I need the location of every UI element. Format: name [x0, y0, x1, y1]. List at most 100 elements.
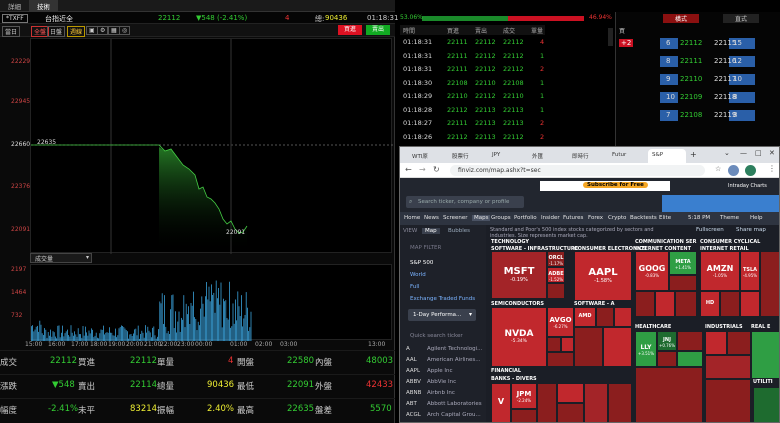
forward-icon[interactable]: →: [419, 165, 426, 174]
nav-groups[interactable]: Groups: [491, 215, 511, 221]
heatmap-tile[interactable]: [537, 383, 557, 422]
performance-select[interactable]: 1-Day Performa... ▾: [408, 309, 476, 321]
share-map-button[interactable]: Share map: [736, 227, 766, 233]
filter-sp500[interactable]: S&P 500: [410, 260, 433, 266]
list-ticker[interactable]: ABT: [406, 401, 417, 407]
settings-icon[interactable]: ⚙: [97, 26, 109, 35]
heatmap-tile[interactable]: [720, 291, 740, 317]
heatmap-tile[interactable]: AMZN -1.05%: [700, 251, 740, 291]
browser-tab[interactable]: 即時行: [568, 149, 606, 163]
tick-row[interactable]: 01:18:31 22111 22112 22112 1: [400, 50, 545, 63]
heatmap-tile[interactable]: [603, 327, 632, 367]
heatmap-tile[interactable]: [547, 283, 565, 299]
heatmap-tile[interactable]: AMD: [574, 307, 596, 327]
theme-toggle[interactable]: Theme: [720, 215, 739, 221]
bubbles-toggle[interactable]: Bubbles: [448, 228, 470, 234]
nav-portfolio[interactable]: Portfolio: [514, 215, 537, 221]
heatmap-tile[interactable]: [669, 275, 697, 291]
heatmap-tile[interactable]: [751, 331, 779, 379]
nav-crypto[interactable]: Crypto: [608, 215, 626, 221]
list-ticker[interactable]: ABBV: [406, 379, 421, 385]
heatmap-tile[interactable]: [677, 331, 703, 351]
heatmap-tile[interactable]: [557, 403, 584, 422]
heatmap-tile[interactable]: AAPL -1.58%: [574, 251, 632, 301]
heatmap-tile[interactable]: JPM -2.24%: [511, 383, 537, 409]
intraday-link[interactable]: Intraday Charts: [728, 183, 767, 189]
heatmap-tile[interactable]: [727, 331, 751, 355]
symbol-input[interactable]: *TXFF: [2, 14, 28, 23]
tab-technical[interactable]: 技術: [29, 0, 58, 11]
url-field[interactable]: finviz.com/map.ashx?t=sec: [450, 165, 705, 176]
heatmap-tile[interactable]: [655, 291, 675, 317]
browser-tab[interactable]: 外匯: [528, 149, 566, 163]
tab-horizontal[interactable]: 橫式: [663, 14, 699, 23]
tick-row[interactable]: 01:18:26 22112 22113 22112 2: [400, 131, 545, 144]
fullscreen-button[interactable]: Fullscreen: [696, 227, 724, 233]
filter-etf[interactable]: Exchange Traded Funds: [410, 296, 475, 302]
heatmap-tile[interactable]: LLY +3.51%: [635, 331, 657, 367]
heatmap-tile[interactable]: [675, 291, 697, 317]
browser-tab[interactable]: 股票行: [448, 149, 486, 163]
heatmap-tile[interactable]: JNJ +0.76%: [657, 331, 677, 351]
intraday-banner[interactable]: [662, 195, 779, 212]
list-company[interactable]: Agilent Technologi...: [427, 346, 482, 352]
tick-row[interactable]: 01:18:28 22112 22113 22113 1: [400, 104, 545, 117]
heatmap-tile[interactable]: [608, 383, 632, 422]
heatmap-tile[interactable]: [635, 291, 655, 317]
list-ticker[interactable]: AAL: [406, 357, 417, 363]
tick-row[interactable]: 01:18:31 22111 22112 22112 4: [400, 36, 545, 49]
nav-home[interactable]: Home: [404, 215, 420, 221]
extension-icon[interactable]: [745, 165, 756, 176]
nav-backtests[interactable]: Backtests: [630, 215, 657, 221]
subscribe-button[interactable]: Subscribe for Free: [583, 182, 648, 188]
heatmap-tile[interactable]: ADBE -1.52%: [547, 267, 565, 283]
tick-row[interactable]: 01:18:27 22111 22113 22113 2: [400, 117, 545, 130]
heatmap-tile[interactable]: TSLA -4.95%: [740, 251, 760, 291]
heatmap-tile[interactable]: [511, 409, 537, 422]
heatmap-tile[interactable]: [740, 291, 760, 317]
heatmap-tile[interactable]: [705, 355, 751, 379]
nav-futures[interactable]: Futures: [563, 215, 583, 221]
day-session-button[interactable]: 日盤: [47, 26, 66, 37]
maximize-icon[interactable]: □: [755, 149, 762, 157]
heatmap-tile[interactable]: ORCL -1.17%: [547, 251, 565, 267]
list-company[interactable]: American Airlines...: [427, 357, 481, 363]
heatmap-tile[interactable]: HD: [700, 291, 720, 317]
nav-screener[interactable]: Screener: [443, 215, 468, 221]
heatmap-tile[interactable]: [614, 307, 632, 327]
search-input[interactable]: ⌕ Search ticker, company or profile: [406, 196, 524, 208]
list-ticker[interactable]: A: [406, 346, 410, 352]
period-select[interactable]: 當日: [2, 26, 21, 37]
reload-icon[interactable]: ↻: [433, 165, 440, 174]
tab-vertical[interactable]: 直式: [723, 14, 759, 23]
browser-tab[interactable]: JPY: [488, 149, 526, 163]
heatmap-tile[interactable]: V: [491, 383, 511, 422]
nav-insider[interactable]: Insider: [541, 215, 560, 221]
list-company[interactable]: Airbnb Inc: [427, 390, 455, 396]
heatmap-tile[interactable]: [557, 383, 584, 403]
heatmap-tile[interactable]: META +1.41%: [669, 251, 697, 275]
map-toggle[interactable]: Map: [422, 228, 440, 234]
minimize-icon[interactable]: —: [740, 149, 747, 157]
bookmark-icon[interactable]: ☆: [715, 165, 721, 173]
filter-full[interactable]: Full: [410, 284, 419, 290]
list-ticker[interactable]: ACGL: [406, 412, 421, 418]
back-icon[interactable]: ←: [405, 165, 412, 174]
indicator-select[interactable]: 成交量 ▾: [30, 253, 92, 263]
tab-detail[interactable]: 詳細: [0, 0, 29, 11]
list-company[interactable]: Abbott Laboratories: [427, 401, 482, 407]
heatmap-tile[interactable]: [547, 352, 574, 367]
heatmap-tile[interactable]: NVDA -5.34%: [491, 307, 547, 367]
heatmap-tile[interactable]: [705, 379, 751, 422]
heatmap-tile[interactable]: MSFT -0.19%: [491, 251, 547, 299]
tick-row[interactable]: 01:18:30 22108 22110 22108 1: [400, 77, 545, 90]
browser-tab[interactable]: S&P: [648, 149, 686, 163]
heatmap-tile[interactable]: [547, 337, 561, 352]
close-icon[interactable]: ✕: [769, 149, 775, 157]
menu-icon[interactable]: ⋮: [768, 164, 776, 173]
buy-button[interactable]: 買進: [338, 25, 362, 35]
nav-maps[interactable]: Maps: [472, 215, 491, 221]
list-ticker[interactable]: ABNB: [406, 390, 421, 396]
list-company[interactable]: Apple Inc: [427, 368, 453, 374]
order-book-row[interactable]: 9 22110 22117 10: [616, 74, 780, 86]
